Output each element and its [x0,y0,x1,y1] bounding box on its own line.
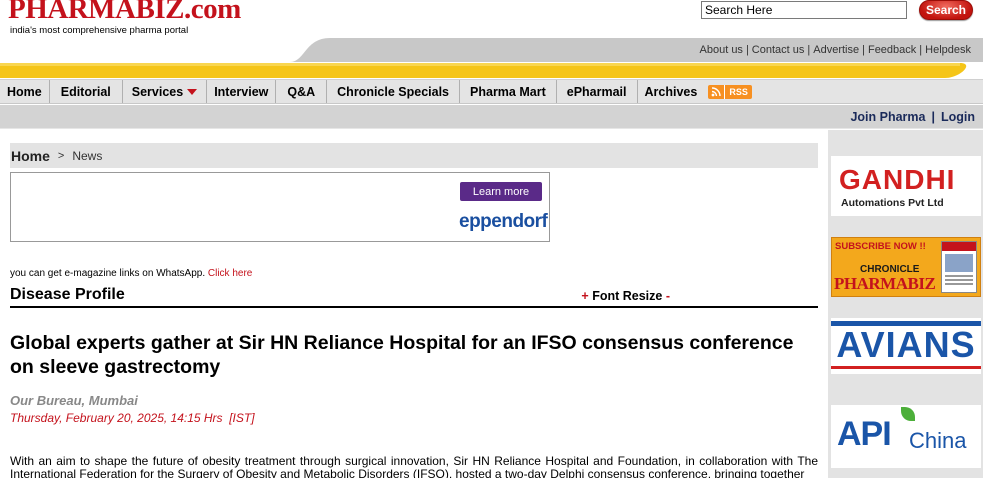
font-increase-button[interactable]: + [581,289,588,303]
article-byline: Our Bureau, Mumbai [10,393,138,408]
rss-badge: RSS [708,84,752,99]
nav-services[interactable]: Services [123,80,208,103]
nav-epharmail-label: ePharmail [566,84,627,99]
account-bar: Join Pharma | Login [0,105,983,129]
search-input[interactable] [701,1,907,19]
ad-learn-more-button[interactable]: Learn more [460,182,542,201]
magazine-cover-icon [941,241,977,293]
nav-interview[interactable]: Interview [207,80,277,103]
nav-qa-label: Q&A [287,84,316,99]
nav-chronicle-label: Chronicle Specials [337,84,450,99]
util-link-feedback[interactable]: Feedback [868,44,916,56]
breadcrumb-current: News [72,148,103,163]
chronicle-subscribe: SUBSCRIBE NOW !! [835,241,926,252]
nav-services-label: Services [131,84,184,99]
avians-bottom-bar [831,366,981,369]
nav-chronicle-specials[interactable]: Chronicle Specials [327,80,461,103]
sidebar-ad-chronicle[interactable]: SUBSCRIBE NOW !! CHRONICLE PHARMABIZ [831,237,981,297]
right-sidebar: GANDHI Automations Pvt Ltd SUBSCRIBE NOW… [828,130,983,478]
logo-text: PHARMABIZ [8,0,184,25]
sidebar-ad-api-china[interactable]: API China [831,405,981,468]
section-header: Disease Profile + Font Resize - [10,285,818,308]
breadcrumb-separator: > [57,149,65,162]
leaf-icon [901,407,915,421]
util-link-helpdesk[interactable]: Helpdesk [925,44,971,56]
site-tagline: india's most comprehensive pharma portal [10,25,189,36]
china-label: China [909,428,967,453]
join-pharma-link[interactable]: Join Pharma [850,110,925,124]
nav-editorial[interactable]: Editorial [50,80,123,103]
gandhi-logo: GANDHI [839,164,956,195]
article-headline: Global experts gather at Sir HN Reliance… [10,332,794,378]
sidebar-ad-gandhi[interactable]: GANDHI Automations Pvt Ltd [831,156,981,216]
nav-epharmail[interactable]: ePharmail [557,80,638,103]
nav-pharma-mart[interactable]: Pharma Mart [460,80,557,103]
api-logo: API [837,415,892,453]
breadcrumb-home[interactable]: Home [11,148,50,164]
utility-bar: About us | Contact us | Advertise | Feedback | H… [0,38,983,62]
nav-editorial-label: Editorial [60,84,111,99]
avians-logo: AVIANS [836,324,976,365]
util-sep: | [862,44,865,56]
whatsapp-link[interactable]: Click here [208,268,252,279]
utility-links: About us | Contact us | Advertise | Feedback | H… [700,44,971,56]
util-link-about[interactable]: About us [700,44,743,56]
ad-brand-logo: eppendorf [459,211,548,232]
login-link[interactable]: Login [941,110,975,124]
article-dateline: Thursday, February 20, 2025, 14:15 Hrs [… [10,411,255,425]
rss-label: RSS [724,84,752,99]
chevron-down-icon [187,89,198,95]
util-sep: | [807,44,811,56]
whatsapp-text: you can get e-magazine links on WhatsApp… [10,268,206,279]
banner-ad[interactable]: Learn more eppendorf [10,172,550,242]
nav-qa[interactable]: Q&A [276,80,328,103]
nav-pharma-mart-label: Pharma Mart [470,84,546,99]
breadcrumb: Home > News [10,143,818,168]
rss-link[interactable]: RSS [704,80,752,103]
chronicle-brand: PHARMABIZ [834,274,936,293]
logo-dot: . [183,0,191,25]
rss-icon [708,84,725,99]
article-body: With an aim to shape the future of obesi… [10,454,818,478]
nav-archives-label: Archives [644,84,698,99]
util-link-advertise[interactable]: Advertise [813,44,859,56]
site-header: PHARMABIZ.com india's most comprehensive… [0,0,992,40]
nav-home[interactable]: Home [0,80,50,103]
yellow-stripe [0,63,967,78]
nav-home-label: Home [7,84,42,99]
gandhi-subtitle: Automations Pvt Ltd [841,197,944,209]
nav-interview-label: Interview [214,84,269,99]
sidebar-ad-avians[interactable]: AVIANS [831,318,981,374]
site-logo[interactable]: PHARMABIZ.com [8,0,241,26]
font-resize-control: + Font Resize - [581,289,670,303]
main-nav: Home Editorial Services Interview Q&A Ch… [0,79,983,104]
font-decrease-button[interactable]: - [666,289,670,303]
whatsapp-notice: you can get e-magazine links on WhatsApp… [10,268,252,279]
section-title: Disease Profile [10,286,125,303]
logo-suffix: com [190,0,242,25]
font-resize-label: Font Resize [592,289,663,303]
account-links: Join Pharma | Login [850,110,975,124]
nav-archives[interactable]: Archives [638,80,705,103]
util-sep: | [919,44,923,56]
util-sep: | [745,44,749,56]
search-button[interactable]: Search [919,0,973,20]
account-sep: | [931,110,935,124]
util-link-contact[interactable]: Contact us [752,44,805,56]
